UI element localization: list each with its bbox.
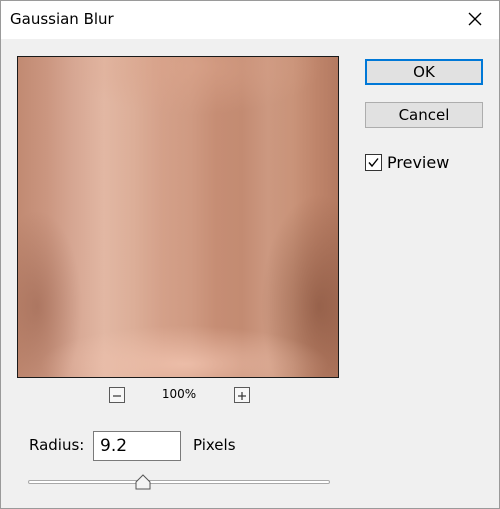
radius-units-label: Pixels (193, 436, 236, 454)
ok-button[interactable]: OK (365, 59, 483, 85)
zoom-out-button[interactable] (109, 387, 125, 403)
title-bar: Gaussian Blur (1, 1, 499, 39)
plus-icon (238, 392, 246, 400)
radius-label: Radius: (29, 436, 85, 454)
close-button[interactable] (455, 1, 495, 37)
slider-thumb-icon (135, 474, 151, 490)
zoom-level: 100% (161, 387, 197, 401)
dialog-title: Gaussian Blur (10, 10, 114, 28)
preview-image (18, 57, 338, 377)
close-icon (468, 12, 482, 26)
zoom-in-button[interactable] (234, 387, 250, 403)
preview-area[interactable] (17, 56, 339, 378)
preview-checkbox[interactable] (365, 154, 382, 171)
minus-icon (113, 395, 121, 397)
radius-slider-thumb[interactable] (135, 474, 151, 490)
preview-toggle[interactable]: Preview (365, 153, 449, 172)
preview-label: Preview (387, 153, 450, 172)
cancel-button[interactable]: Cancel (365, 102, 483, 128)
radius-slider-track[interactable] (28, 480, 330, 484)
checkmark-icon (368, 158, 379, 168)
radius-input[interactable] (93, 431, 181, 461)
gaussian-blur-dialog: Gaussian Blur 100% OK Cancel Preview Rad… (0, 0, 500, 509)
